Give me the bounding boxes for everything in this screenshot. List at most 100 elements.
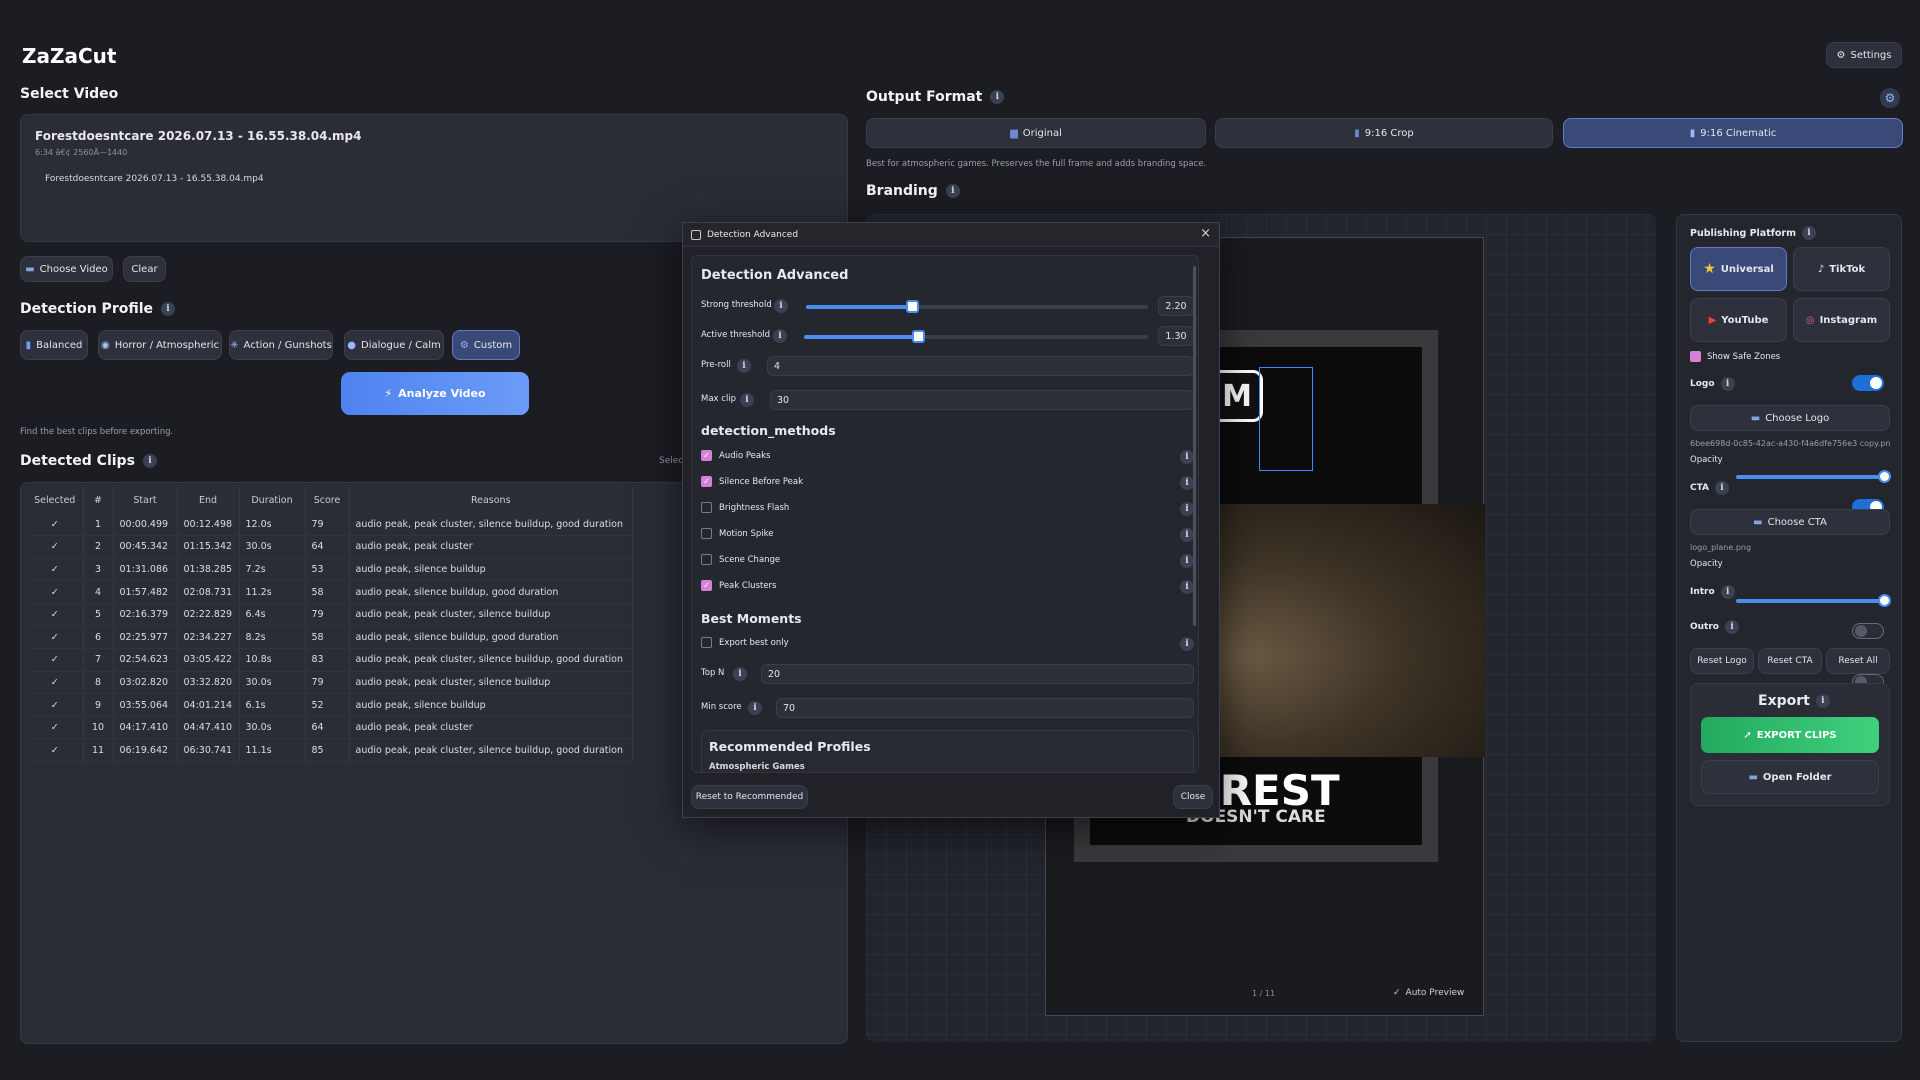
info-icon[interactable]: i [161,302,176,316]
info-icon[interactable]: i [1815,694,1830,708]
reset-logo-button[interactable]: Reset Logo [1690,648,1754,674]
profile-balanced-button[interactable]: ▮ Balanced [20,330,88,360]
info-icon[interactable]: i [1720,377,1735,391]
table-row[interactable]: ✓ 1 00:00.499 00:12.498 12.0s 79 audio peak, p… [27,513,633,537]
maxclip-input[interactable]: 30 [770,390,1194,410]
cell-sel[interactable]: ✓ [27,716,84,740]
info-icon[interactable]: i [1180,502,1194,516]
info-icon[interactable]: i [945,184,960,198]
info-icon[interactable]: i [142,454,157,468]
table-row[interactable]: ✓ 11 06:19.642 06:30.741 11.1s 85 audio peak, … [27,738,633,763]
table-row[interactable]: ✓ 8 03:02.820 03:32.820 30.0s 79 audio peak, p… [27,671,633,695]
choose-cta-button[interactable]: ▬ Choose CTA [1690,509,1890,535]
cell-sel[interactable]: ✓ [27,625,84,650]
format-original-button[interactable]: ▆ Original [866,118,1206,148]
active-threshold-slider[interactable] [804,330,1148,343]
format-cinematic-button[interactable]: ▮ 9:16 Cinematic [1563,118,1903,148]
format-crop-button[interactable]: ▮ 9:16 Crop [1215,118,1553,148]
logo-opacity-slider[interactable] [1736,470,1891,483]
profile-dialogue-button[interactable]: ● Dialogue / Calm [344,330,444,360]
cell-sel[interactable]: ✓ [27,558,84,582]
active-threshold-value[interactable]: 1.30 [1158,326,1194,346]
checkbox-icon[interactable]: ✓ [701,450,712,461]
col-selected[interactable]: Selected [27,487,84,513]
method-checkbox-1[interactable]: ✓ Silence Before Peak [701,476,803,487]
info-icon[interactable]: i [1180,528,1194,542]
col-duration[interactable]: Duration [239,487,306,513]
settings-button[interactable]: ⚙ Settings [1826,42,1902,68]
platform-instagram-button[interactable]: ◎ Instagram [1793,298,1890,342]
reset-recommended-button[interactable]: Reset to Recommended [691,785,808,809]
info-icon[interactable]: i [1180,476,1194,490]
export-clips-button[interactable]: ➚ EXPORT CLIPS [1701,717,1879,753]
cell-sel[interactable]: ✓ [27,513,84,537]
info-icon[interactable]: i [733,667,747,681]
info-icon[interactable]: i [740,393,754,407]
checkbox-icon[interactable] [701,502,712,513]
reset-cta-button[interactable]: Reset CTA [1758,648,1822,674]
logo-selection-box[interactable] [1259,367,1313,471]
clear-button[interactable]: Clear [123,256,166,282]
cell-sel[interactable]: ✓ [27,648,84,672]
choose-logo-button[interactable]: ▬ Choose Logo [1690,405,1890,431]
info-icon[interactable]: i [1180,554,1194,568]
method-checkbox-4[interactable]: Scene Change [701,554,780,565]
info-icon[interactable]: i [748,701,762,715]
method-checkbox-3[interactable]: Motion Spike [701,528,774,539]
info-icon[interactable]: i [1715,481,1730,495]
method-checkbox-2[interactable]: Brightness Flash [701,502,789,513]
strong-threshold-slider[interactable] [806,300,1148,313]
info-icon[interactable]: i [990,90,1005,104]
export-best-checkbox[interactable]: Export best only [701,637,789,648]
dialog-close-button[interactable]: Close [1173,785,1213,809]
col-end[interactable]: End [177,487,240,513]
cell-sel[interactable]: ✓ [27,671,84,695]
safe-zones-toggle[interactable]: Show Safe Zones [1690,351,1780,362]
dialog-scrollbar[interactable] [1193,266,1196,626]
topn-input[interactable]: 20 [761,664,1194,684]
cell-sel[interactable]: ✓ [27,580,84,604]
checkbox-icon[interactable] [701,554,712,565]
table-row[interactable]: ✓ 9 03:55.064 04:01.214 6.1s 52 audio peak, si… [27,693,633,717]
col-start[interactable]: Start [113,487,178,513]
table-row[interactable]: ✓ 7 02:54.623 03:05.422 10.8s 83 audio peak, p… [27,648,633,672]
info-icon[interactable]: i [1180,637,1194,651]
preroll-input[interactable]: 4 [767,356,1194,376]
checkbox-icon[interactable]: ✓ [701,476,712,487]
col-number[interactable]: # [83,487,114,513]
platform-youtube-button[interactable]: ▶ YouTube [1690,298,1787,342]
table-row[interactable]: ✓ 10 04:17.410 04:47.410 30.0s 64 audio peak, … [27,716,633,740]
table-row[interactable]: ✓ 4 01:57.482 02:08.731 11.2s 58 audio peak, s… [27,580,633,604]
table-row[interactable]: ✓ 3 01:31.086 01:38.285 7.2s 53 audio peak, si… [27,558,633,582]
video-list-item[interactable]: Forestdoesntcare 2026.07.13 - 16.55.38.0… [45,174,264,184]
cell-sel[interactable]: ✓ [27,535,84,559]
profile-action-button[interactable]: ✳ Action / Gunshots [229,330,333,360]
method-checkbox-0[interactable]: ✓ Audio Peaks [701,450,770,461]
minscore-input[interactable]: 70 [776,698,1194,718]
info-icon[interactable]: i [1180,450,1194,464]
table-row[interactable]: ✓ 6 02:25.977 02:34.227 8.2s 58 audio peak, si… [27,625,633,650]
logo-toggle[interactable] [1852,375,1884,391]
info-icon[interactable]: i [1724,620,1739,634]
cell-sel[interactable]: ✓ [27,738,84,763]
platform-universal-button[interactable]: ★ Universal [1690,247,1787,291]
profile-horror-button[interactable]: ◉ Horror / Atmospheric [98,330,222,360]
info-icon[interactable]: i [1180,580,1194,594]
table-row[interactable]: ✓ 5 02:16.379 02:22.829 6.4s 79 audio peak, pe… [27,603,633,627]
checkbox-icon[interactable] [701,528,712,539]
platform-tiktok-button[interactable]: ♪ TikTok [1793,247,1890,291]
checkbox-icon[interactable]: ✓ [701,580,712,591]
intro-toggle[interactable] [1852,623,1884,639]
table-row[interactable]: ✓ 2 00:45.342 01:15.342 30.0s 64 audio peak, p… [27,535,633,559]
info-icon[interactable]: i [774,299,788,313]
col-score[interactable]: Score [305,487,350,513]
info-icon[interactable]: i [773,329,787,343]
close-icon[interactable]: × [1200,226,1211,241]
profile-custom-button[interactable]: ⚙ Custom [452,330,520,360]
auto-preview-toggle[interactable]: ✓ Auto Preview [1393,988,1464,998]
cell-sel[interactable]: ✓ [27,603,84,627]
info-icon[interactable]: i [1720,585,1735,599]
info-icon[interactable]: i [737,359,751,373]
cell-sel[interactable]: ✓ [27,693,84,717]
col-reasons[interactable]: Reasons [349,487,633,513]
